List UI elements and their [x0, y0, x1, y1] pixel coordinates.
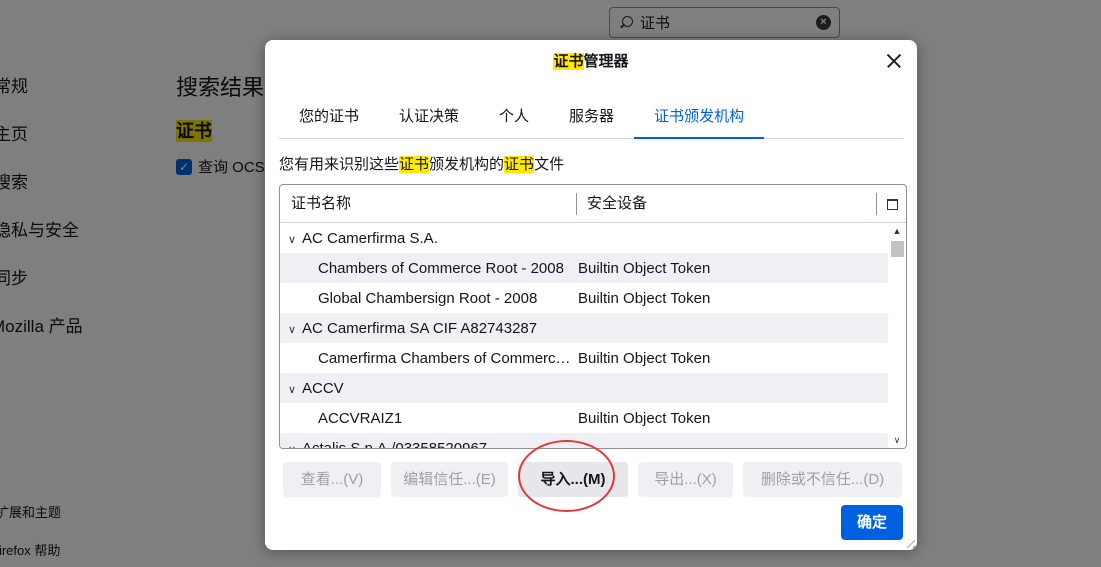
scroll-down-icon[interactable]: ∨ [888, 432, 906, 448]
chevron-down-icon[interactable]: ∨ [288, 233, 302, 246]
tab-authentication-decisions[interactable]: 认证决策 [379, 98, 479, 138]
desc-highlight-1: 证书 [399, 156, 430, 173]
tree-row-group[interactable]: ∨ AC Camerfirma S.A. [280, 223, 888, 253]
scroll-up-icon[interactable]: ▲ [888, 223, 906, 239]
cert-name: Chambers of Commerce Root - 2008 [318, 259, 564, 277]
tab-people[interactable]: 个人 [479, 98, 549, 138]
title-rest: 管理器 [583, 53, 629, 70]
dialog-title: 证书管理器 [265, 50, 917, 71]
delete-or-distrust-button[interactable]: 删除或不信任...(D) [743, 462, 902, 497]
view-button[interactable]: 查看...(V) [283, 462, 381, 497]
cert-device: Builtin Object Token [578, 409, 711, 427]
close-icon[interactable] [883, 50, 905, 72]
row-cell-name: ∨ ACCV [280, 380, 344, 397]
tree-row-group[interactable]: ∨ ACCV [280, 373, 888, 403]
group-name: ACCV [302, 379, 344, 397]
desc-part3: 文件 [534, 156, 565, 173]
chevron-down-icon[interactable]: ∨ [288, 323, 302, 336]
cert-device: Builtin Object Token [578, 289, 711, 307]
tree-body: ∨ AC Camerfirma S.A. Chambers of Commerce… [280, 223, 888, 448]
resize-grip-icon[interactable] [903, 536, 915, 548]
column-header-name[interactable]: 证书名称 [280, 192, 577, 215]
row-cell-name: ∨ AC Camerfirma SA CIF A82743287 [280, 320, 537, 337]
tree-row-cert[interactable]: Camerfirma Chambers of Commerce Root Bui… [280, 343, 888, 373]
row-cell-name: ∨Actalis S.p.A./03358520967 [280, 440, 487, 449]
tab-servers[interactable]: 服务器 [549, 98, 634, 138]
authorities-description: 您有用来识别这些证书颁发机构的证书文件 [279, 153, 564, 174]
title-highlight: 证书 [553, 53, 584, 70]
certificate-tree[interactable]: 证书名称 安全设备 ∨ AC Camerfirma S.A. Chambers o… [279, 184, 907, 449]
cert-device: Builtin Object Token [578, 259, 711, 277]
desc-part2: 颁发机构的 [429, 156, 505, 173]
cert-name: Camerfirma Chambers of Commerce Root [318, 349, 577, 367]
group-name: Actalis S.p.A./03358520967 [302, 439, 488, 449]
ok-button[interactable]: 确定 [841, 505, 903, 540]
chevron-down-icon[interactable]: ∨ [288, 383, 302, 396]
cert-name: Global Chambersign Root - 2008 [318, 289, 538, 307]
tree-row-cert[interactable]: Global Chambersign Root - 2008 Builtin O… [280, 283, 888, 313]
tree-row-cert[interactable]: Chambers of Commerce Root - 2008 Builtin… [280, 253, 888, 283]
column-header-device[interactable]: 安全设备 [577, 193, 647, 215]
tree-scrollbar[interactable]: ▲ ∨ [888, 223, 906, 448]
tree-row-group[interactable]: ∨ AC Camerfirma SA CIF A82743287 [280, 313, 888, 343]
tab-your-certificates[interactable]: 您的证书 [279, 98, 379, 138]
edit-trust-button[interactable]: 编辑信任...(E) [391, 462, 508, 497]
export-button[interactable]: 导出...(X) [638, 462, 733, 497]
column-picker-icon[interactable] [876, 193, 906, 215]
scrollbar-thumb[interactable] [891, 241, 904, 257]
cert-device: Builtin Object Token [578, 349, 711, 367]
tab-bar: 您的证书 认证决策 个人 服务器 证书颁发机构 [279, 98, 903, 139]
tree-row-cert[interactable]: ACCVRAIZ1 Builtin Object Token [280, 403, 888, 433]
row-cell-name: ∨ AC Camerfirma S.A. [280, 230, 438, 247]
group-name: AC Camerfirma S.A. [302, 229, 438, 247]
tree-header: 证书名称 安全设备 [280, 185, 906, 223]
cert-name: ACCVRAIZ1 [318, 409, 403, 427]
chevron-down-icon[interactable]: ∨ [288, 443, 302, 449]
desc-highlight-2: 证书 [504, 156, 535, 173]
group-name: AC Camerfirma SA CIF A82743287 [302, 319, 538, 337]
tab-authorities[interactable]: 证书颁发机构 [634, 98, 765, 139]
annotation-circle [518, 440, 615, 512]
desc-part1: 您有用来识别这些 [279, 156, 400, 173]
